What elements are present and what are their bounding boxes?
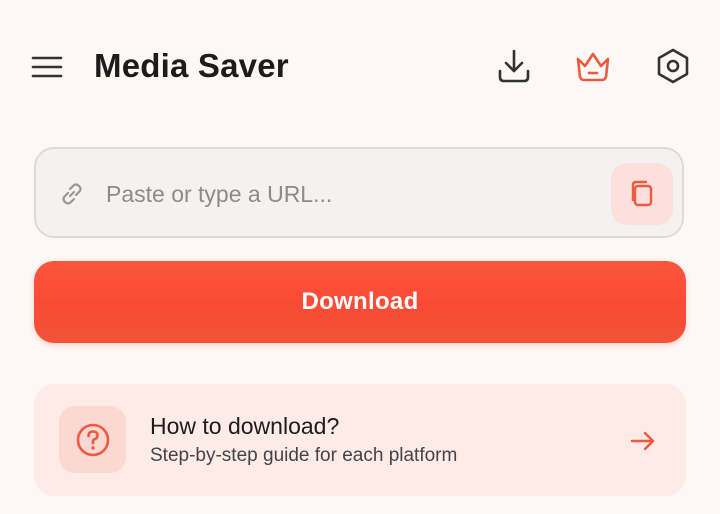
settings-button[interactable]: [651, 44, 695, 88]
app-title: Media Saver: [94, 47, 289, 84]
url-input[interactable]: [104, 173, 608, 215]
downloads-button[interactable]: [492, 44, 536, 88]
paste-icon: [631, 180, 653, 207]
help-tile: [59, 406, 126, 473]
crown-icon: [576, 52, 610, 82]
howto-card[interactable]: How to download? Step-by-step guide for …: [34, 384, 686, 496]
download-icon: [498, 49, 530, 83]
download-button[interactable]: Download: [34, 261, 686, 343]
premium-button[interactable]: [571, 44, 615, 88]
arrow-right-icon: [628, 426, 658, 456]
url-field: [34, 147, 684, 238]
help-icon: [76, 423, 109, 456]
app-header: Media Saver: [0, 0, 720, 134]
download-button-label: Download: [301, 288, 419, 315]
link-icon: [56, 178, 88, 210]
howto-title: How to download?: [150, 413, 340, 439]
app-screen: Media Saver Paste or type a URL... Downl…: [0, 0, 720, 514]
menu-button[interactable]: [28, 48, 66, 86]
settings-icon: [657, 48, 689, 84]
menu-icon: [31, 56, 63, 78]
howto-subtitle: Step-by-step guide for each platform: [150, 445, 458, 466]
paste-button[interactable]: [611, 163, 673, 225]
